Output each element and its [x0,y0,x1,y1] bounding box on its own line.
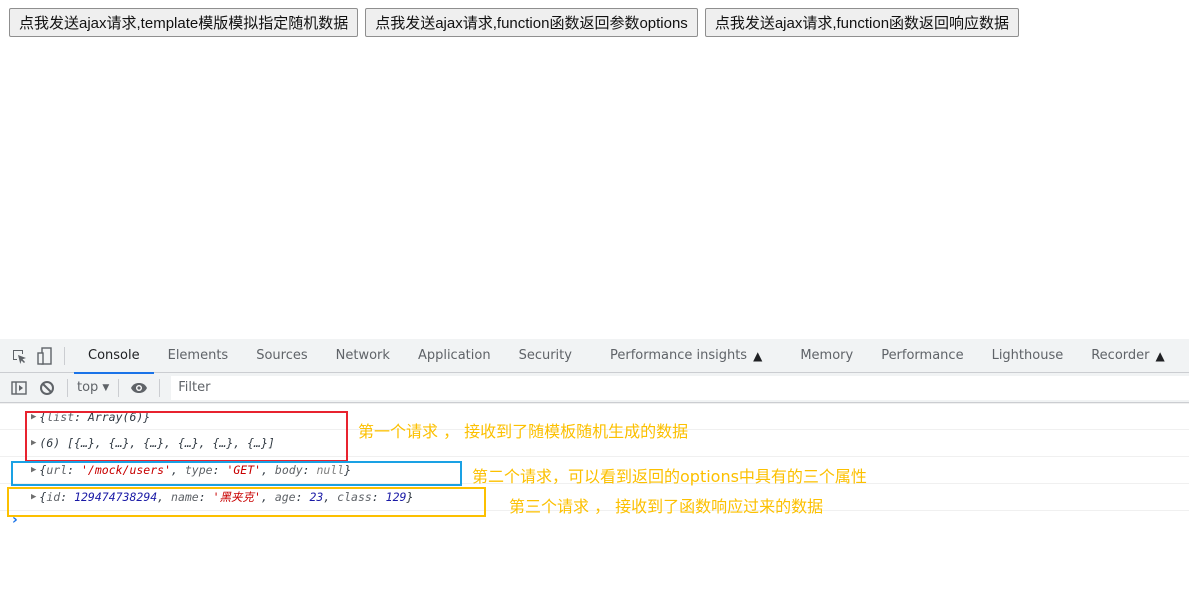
log-token: '/mock/users' [81,463,172,477]
console-prompt-icon: › [12,512,18,528]
tab-performance[interactable]: Performance [867,339,977,373]
tab-label: Application [417,348,491,363]
page-button-group: 点我发送ajax请求,template模版模拟指定随机数据 点我发送ajax请求… [9,8,1020,37]
log-token: 129 [385,490,407,504]
annotation-note-request-3: 第三个请求 ， 接收到了函数响应过来的数据 [509,497,824,516]
log-token: 23 [309,490,324,504]
log-token: name [171,490,199,504]
tab-application[interactable]: Application [404,339,505,373]
divider [67,378,68,397]
tab-performance-insights[interactable]: Performance insights ▲ [596,339,786,373]
tab-lighthouse[interactable]: Lighthouse [978,339,1078,373]
function-response-button[interactable]: 点我发送ajax请求,function函数返回响应数据 [704,8,1020,37]
dropdown-caret-icon: ▼ [102,382,110,393]
tab-label: Recorder [1091,348,1150,363]
log-token: list [46,409,75,424]
log-token: null [316,463,345,477]
function-options-button[interactable]: 点我发送ajax请求,function函数返回参数options [365,8,698,37]
tab-recorder[interactable]: Recorder ▲ [1077,339,1179,373]
experimental-flask-icon: ▲ [753,348,763,363]
clear-console-icon[interactable] [36,378,58,398]
log-token: } [344,463,352,477]
log-token: url [46,463,68,477]
log-token: : [295,490,310,504]
log-token: : [60,490,75,504]
tab-label: Security [518,348,572,363]
log-token: (6) [{…}, {…}, {…}, {…}, {…}, {…}] [39,436,275,450]
annotation-note-request-2: 第二个请求，可以看到返回的options中具有的三个属性 [472,467,867,486]
expand-triangle-icon[interactable]: ▶ [31,438,36,448]
divider [64,346,65,365]
divider [159,378,161,397]
log-token: 129474738294 [74,490,158,504]
live-expression-eye-icon[interactable] [128,378,150,398]
experimental-flask-icon: ▲ [1155,348,1165,363]
tab-label: Console [88,348,140,363]
log-message: (6) [{…}, {…}, {…}, {…}, {…}, {…}] [39,436,274,450]
log-token: , [323,490,338,504]
context-selector[interactable]: top ▼ [77,380,109,395]
log-token: : [67,463,81,477]
tab-elements[interactable]: Elements [154,339,243,373]
device-toolbar-icon[interactable] [35,346,55,366]
tab-label: Sources [256,348,308,363]
tab-label: Performance insights [609,348,748,363]
tab-label: Lighthouse [991,348,1064,363]
expand-triangle-icon[interactable]: ▶ [31,492,36,502]
context-label: top [77,380,99,395]
tab-sources[interactable]: Sources [242,339,321,373]
log-token: : [198,490,213,504]
show-sidebar-icon[interactable] [8,378,30,398]
log-token: '黑夹克' [212,490,261,504]
log-token: 'GET' [226,463,262,477]
log-token: , [261,463,275,477]
inspect-element-icon[interactable] [9,346,29,366]
tab-label: Memory [800,348,854,363]
log-token: : Array(6)} [74,409,151,424]
template-random-data-button[interactable]: 点我发送ajax请求,template模版模拟指定随机数据 [9,8,359,37]
log-token: , [260,490,275,504]
expand-triangle-icon[interactable]: ▶ [31,412,36,422]
tab-label: Network [335,348,390,363]
expand-triangle-icon[interactable]: ▶ [31,465,36,475]
tab-memory[interactable]: Memory [786,339,867,373]
log-token: type [184,463,213,477]
log-token: , [171,463,185,477]
log-token: id [46,490,61,504]
log-message: {list: Array(6)} [39,410,150,424]
log-token: : [302,463,317,477]
log-message: {url: '/mock/users', type: 'GET', body: … [39,463,351,477]
log-token: age [274,490,296,504]
annotation-note-request-1: 第一个请求 ， 接收到了随模板随机生成的数据 [358,422,689,441]
divider [118,378,120,397]
log-token: , [157,490,172,504]
log-token: : [371,490,386,504]
log-token: } [406,490,414,504]
log-token: class [337,490,372,504]
tab-label: Performance [881,348,964,363]
tab-console[interactable]: Console [74,339,154,374]
log-token: body [274,463,303,477]
tab-network[interactable]: Network [322,339,404,373]
tab-label: Elements [167,348,229,363]
tab-security[interactable]: Security [505,339,596,373]
console-toolbar: top ▼ [0,373,1189,403]
log-token: : [212,463,227,477]
devtools-tabbar: Console Elements Sources Network Applica… [0,339,1189,374]
console-filter-input[interactable] [171,375,1189,400]
log-message: {id: 129474738294, name: '黑夹克', age: 23,… [39,489,413,505]
